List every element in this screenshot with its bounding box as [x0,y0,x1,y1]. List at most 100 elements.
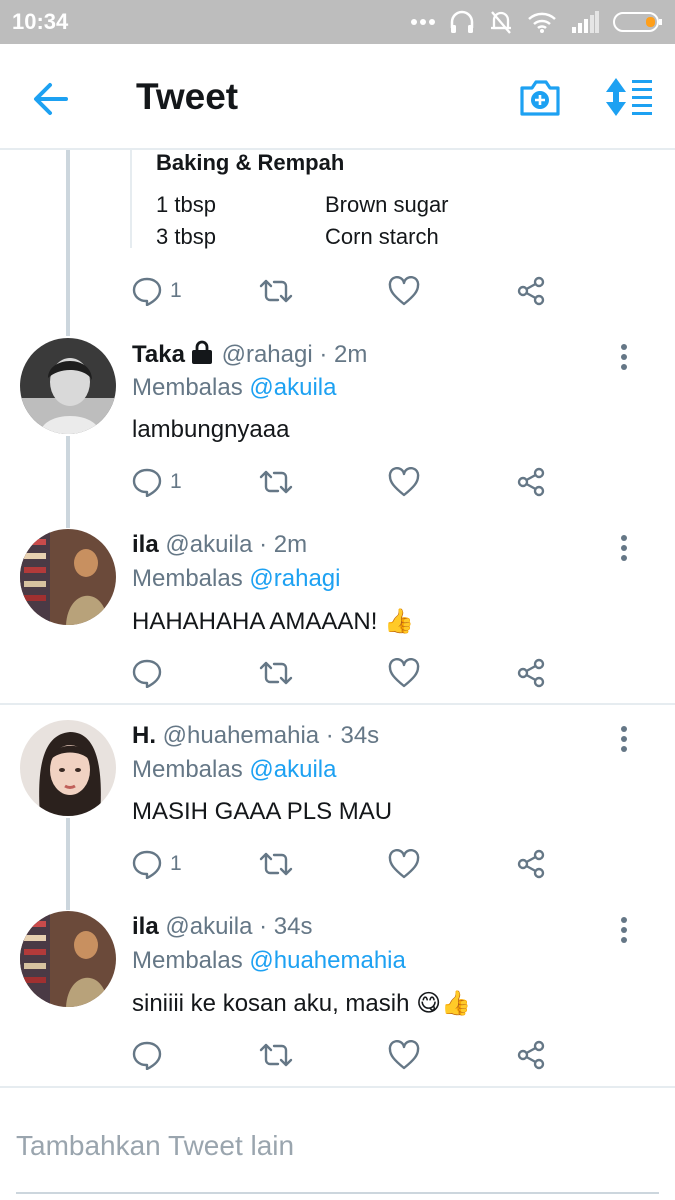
status-bar: 10:34 [0,0,675,44]
like-button[interactable] [388,1038,420,1072]
reply-mention-link[interactable]: @akuila [249,756,336,783]
thread-divider [0,703,675,705]
tweet-text: siniiii ke kosan aku, masih 😋👍 [132,990,472,1017]
more-options-button[interactable] [612,342,636,372]
heart-icon [388,849,420,879]
reply-count: 1 [170,470,182,493]
tweet-header: ila @akuila · 34s [132,913,312,941]
reply-prefix: Membalas [132,565,243,592]
heart-icon [388,467,420,497]
tweet-header: ila @akuila · 2m [132,531,307,559]
tweet-text: MASIH GAAA PLS MAU [132,798,393,825]
add-tweet-input[interactable]: Tambahkan Tweet lain [16,1130,294,1162]
app-header: Tweet [0,44,675,150]
reply-context: Membalas @huahemahia [132,947,406,975]
reply-prefix: Membalas [132,947,243,974]
sort-icon [606,78,652,116]
tweet-actions: 1 [132,847,552,881]
reply-button[interactable]: 1 [132,465,182,499]
mute-bell-icon [491,11,511,34]
camera-add-icon [520,80,560,116]
display-name[interactable]: H. [132,722,156,749]
tweet-actions [132,656,552,690]
battery-icon [613,12,662,32]
reply-mention-link[interactable]: @huahemahia [249,947,405,974]
retweet-button[interactable] [258,656,294,690]
reply-button[interactable]: 1 [132,274,182,308]
headphones-icon [450,10,474,33]
display-name[interactable]: ila [132,531,159,558]
signal-icon [572,11,599,33]
sort-button[interactable] [604,76,656,118]
heart-icon [388,658,420,688]
reply-mention-link[interactable]: @akuila [249,374,336,401]
reply-count: 1 [170,279,182,302]
handle-time: @huahemahia · 34s [162,722,380,749]
reply-context: Membalas @rahagi [132,565,340,593]
reply-prefix: Membalas [132,374,243,401]
share-button[interactable] [516,847,546,881]
recipe-qty: 1 tbsp [156,192,216,217]
more-options-button[interactable] [612,915,636,945]
like-button[interactable] [388,274,420,308]
share-icon [517,1040,545,1070]
retweet-button[interactable] [258,1038,294,1072]
tweet-text: HAHAHAHA AMAAAN! 👍 [132,608,414,635]
reply-button[interactable] [132,1038,170,1072]
more-options-button[interactable] [612,533,636,563]
reply-mention-link[interactable]: @rahagi [249,565,340,592]
heart-icon [388,1040,420,1070]
reply-icon [132,850,162,879]
retweet-button[interactable] [258,847,294,881]
recipe-item: Corn starch [325,224,439,249]
avatar[interactable] [20,338,116,434]
retweet-icon [259,1043,293,1067]
more-options-button[interactable] [612,724,636,754]
tweet-actions [132,1038,552,1072]
reply-icon [132,277,162,306]
reply-count: 1 [170,852,182,875]
retweet-button[interactable] [258,274,294,308]
like-button[interactable] [388,847,420,881]
tweet-text: lambungnyaaa [132,416,290,443]
back-button[interactable] [30,79,74,119]
avatar[interactable] [20,529,116,625]
retweet-button[interactable] [258,465,294,499]
share-icon [517,276,545,306]
avatar[interactable] [20,720,116,816]
share-button[interactable] [516,656,546,690]
like-button[interactable] [388,656,420,690]
compose-area[interactable]: Tambahkan Tweet lain [0,1100,675,1200]
share-button[interactable] [516,274,546,308]
share-button[interactable] [516,1038,546,1072]
handle-time: @akuila · 34s [165,913,313,940]
recipe-card: Baking & Rempah 1 tbsp Brown sugar 3 tbs… [130,150,530,249]
reply-button[interactable] [132,656,170,690]
recipe-heading: Baking & Rempah [156,150,345,175]
tweet-actions: 1 [132,465,552,499]
status-icons [411,8,663,36]
tweet-header: Taka @rahagi · 2m [132,340,367,369]
arrow-left-icon [34,83,68,115]
display-name[interactable]: Taka [132,341,185,368]
recipe-qty: 3 tbsp [156,224,216,249]
display-name[interactable]: ila [132,913,159,940]
like-button[interactable] [388,465,420,499]
reply-icon [132,1041,162,1070]
share-icon [517,658,545,688]
reply-icon [132,468,162,497]
more-vertical-icon [621,917,627,943]
retweet-icon [259,470,293,494]
thread-divider [0,1086,675,1088]
page-title: Tweet [136,76,239,117]
share-icon [517,467,545,497]
avatar[interactable] [20,911,116,1007]
reply-context: Membalas @akuila [132,756,336,784]
compose-underline [16,1192,659,1194]
reply-button[interactable]: 1 [132,847,182,881]
share-icon [517,849,545,879]
share-button[interactable] [516,465,546,499]
more-vertical-icon [621,535,627,561]
retweet-icon [259,852,293,876]
camera-button[interactable] [518,76,562,118]
